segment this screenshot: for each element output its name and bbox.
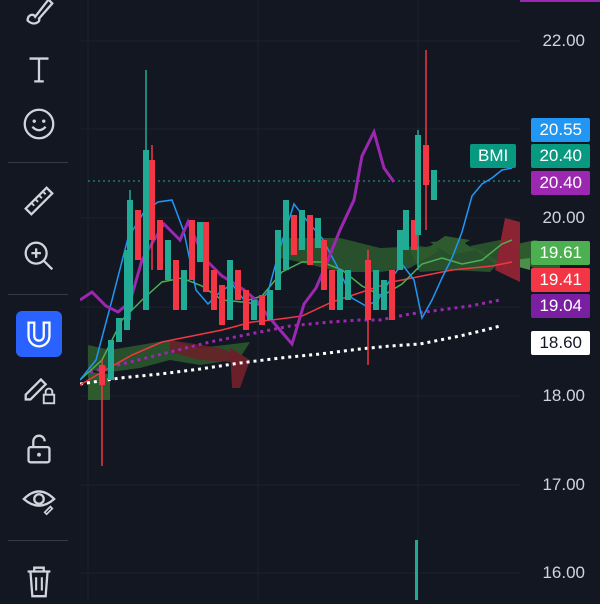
zoom-in-tool[interactable] (16, 233, 62, 279)
green-ma-badge: 19.61 (531, 241, 590, 265)
price-axis-label: 16.00 (542, 563, 585, 582)
zoom-in-icon (24, 241, 54, 271)
toolbar-divider (8, 162, 68, 163)
brush-tool[interactable] (16, 0, 62, 34)
toolbar-divider (8, 294, 68, 295)
price-chart[interactable]: 22.00 20.00 18.00 17.00 16.00 20.55 BMI … (80, 0, 600, 600)
symbol-tag: BMI (470, 144, 517, 168)
delete-tool[interactable] (16, 558, 62, 604)
chart-canvas[interactable] (80, 0, 600, 600)
purple-price-badge: 20.40 (531, 171, 590, 195)
magnet-icon (27, 321, 51, 348)
trash-icon (27, 566, 51, 598)
emoji-tool[interactable] (16, 101, 62, 147)
drawing-toolbar (0, 0, 80, 600)
red-ma-badge: 19.41 (531, 268, 590, 292)
toolbar-divider (8, 540, 68, 541)
lock-drawing-tool[interactable] (16, 366, 62, 412)
eye-icon (22, 490, 56, 516)
white-ma-badge: 18.60 (531, 331, 590, 355)
ruler-tool[interactable] (16, 178, 62, 224)
brush-icon (26, 0, 54, 25)
text-icon (29, 57, 49, 83)
smiley-icon (23, 108, 55, 140)
price-axis-label: 17.00 (542, 475, 585, 494)
price-axis-label: 18.00 (542, 386, 585, 405)
price-axis-label: 20.00 (542, 208, 585, 227)
magnet-tool[interactable] (16, 311, 62, 357)
candles (99, 50, 437, 600)
ruler-icon (24, 186, 54, 216)
price-axis-label: 22.00 (542, 31, 585, 50)
purple-ma-badge: 19.04 (531, 294, 590, 318)
hide-tool[interactable] (16, 476, 62, 522)
text-tool[interactable] (16, 46, 62, 92)
blue-price-badge: 20.55 (531, 118, 590, 142)
pencil-lock-icon (24, 377, 56, 405)
offscreen-badge (520, 0, 600, 2)
unlock-tool[interactable] (16, 426, 62, 472)
unlock-icon (27, 434, 51, 464)
cloud-bear (230, 348, 250, 388)
last-price-badge: 20.40 (531, 144, 590, 168)
